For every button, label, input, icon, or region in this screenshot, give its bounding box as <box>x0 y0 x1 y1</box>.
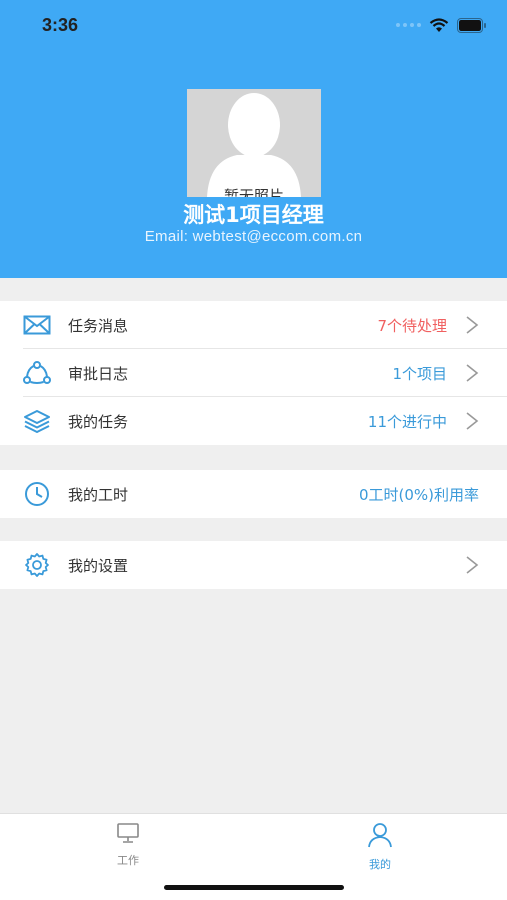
chevron-right-icon <box>466 556 479 574</box>
project-count: 1个项目 <box>392 365 447 383</box>
avatar-caption: 暂无照片 <box>223 187 284 197</box>
utilization-value: 0工时(0%)利用率 <box>358 486 479 504</box>
menu-item-approval-log[interactable]: 审批日志 1个项目 <box>0 349 507 397</box>
status-indicators <box>396 16 487 34</box>
profile-header: 3:36 暂无照片 测试1项目经理 Email: webtest@eccom.c… <box>0 0 507 278</box>
menu-label: 我的设置 <box>68 557 129 575</box>
menu-group-hours: 我的工时 0工时(0%)利用率 <box>0 470 507 518</box>
tab-label: 工作 <box>117 854 139 867</box>
avatar[interactable]: 暂无照片 <box>187 89 321 197</box>
chevron-right-icon <box>466 316 479 334</box>
user-name: 测试1项目经理 <box>183 203 324 227</box>
layers-icon <box>23 409 51 433</box>
menu-item-my-hours[interactable]: 我的工时 0工时(0%)利用率 <box>0 470 507 518</box>
chevron-right-icon <box>466 412 479 430</box>
tab-label: 我的 <box>369 858 391 871</box>
status-bar: 3:36 <box>0 0 507 50</box>
pending-count: 7个待处理 <box>377 317 447 335</box>
menu-item-my-settings[interactable]: 我的设置 <box>0 541 507 589</box>
wifi-icon <box>429 17 449 32</box>
monitor-icon <box>117 823 139 843</box>
menu-item-tasks-message[interactable]: 任务消息 7个待处理 <box>0 301 507 349</box>
menu-label: 我的工时 <box>68 486 129 504</box>
menu-group-work: 任务消息 7个待处理 审批日志 1个项目 我的任务 11个进行中 <box>0 301 507 445</box>
tab-work[interactable]: 工作 <box>88 822 168 868</box>
user-email: Email: webtest@eccom.com.cn <box>144 228 363 245</box>
mail-icon <box>23 313 51 337</box>
gear-icon <box>23 553 51 577</box>
menu-label: 我的任务 <box>68 413 129 431</box>
menu-group-settings: 我的设置 <box>0 541 507 589</box>
status-time: 3:36 <box>42 15 79 35</box>
menu-label: 审批日志 <box>68 365 129 383</box>
share-nodes-icon <box>23 361 51 385</box>
clock-icon <box>23 482 51 506</box>
battery-icon <box>457 17 486 33</box>
menu-item-my-tasks[interactable]: 我的任务 11个进行中 <box>0 397 507 445</box>
menu-label: 任务消息 <box>68 317 129 335</box>
home-indicator[interactable] <box>164 885 344 890</box>
person-icon <box>368 823 392 848</box>
cellular-signal-icon <box>396 23 421 27</box>
avatar-placeholder-icon <box>187 89 321 197</box>
in-progress-count: 11个进行中 <box>367 413 447 431</box>
chevron-right-icon <box>466 364 479 382</box>
tab-mine[interactable]: 我的 <box>340 822 420 872</box>
